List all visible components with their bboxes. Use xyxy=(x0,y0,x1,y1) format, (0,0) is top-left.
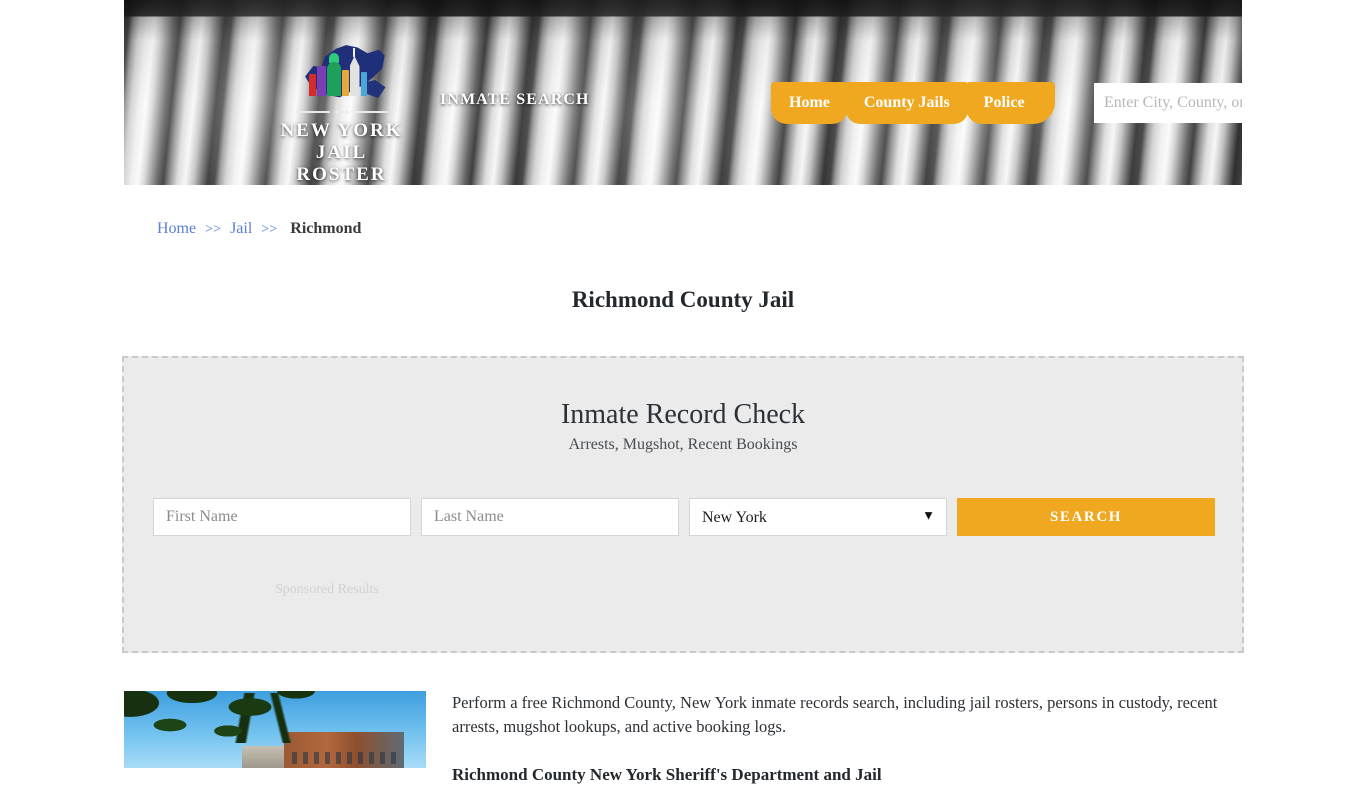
panel-subtitle: Arrests, Mugshot, Recent Bookings xyxy=(568,436,798,453)
breadcrumb-separator: >> xyxy=(261,222,278,237)
main-navigation: Home County Jails Police xyxy=(771,82,1055,124)
sponsored-results-label: Sponsored Results xyxy=(275,582,379,597)
page-title: Richmond County Jail xyxy=(571,287,795,313)
article-paragraph: Perform a free Richmond County, New York… xyxy=(452,693,1218,736)
site-logo[interactable]: NEW YORK JAIL ROSTER xyxy=(274,44,409,185)
new-york-state-outline-icon xyxy=(288,44,396,106)
first-name-input[interactable] xyxy=(153,498,411,536)
breadcrumb-separator: >> xyxy=(205,222,222,237)
logo-divider xyxy=(295,108,388,116)
site-header: NEW YORK JAIL ROSTER INMATE SEARCH Home … xyxy=(124,0,1242,185)
breadcrumb-item-current: Richmond xyxy=(290,220,362,237)
article-heading: Richmond County New York Sheriff's Depar… xyxy=(452,765,882,784)
header-search xyxy=(1094,83,1242,123)
header-search-input[interactable] xyxy=(1094,83,1242,123)
logo-line-1: NEW YORK xyxy=(280,120,403,141)
article-body: Perform a free Richmond County, New York… xyxy=(452,691,1232,785)
last-name-input[interactable] xyxy=(421,498,679,536)
state-select[interactable]: New York xyxy=(689,498,947,536)
search-button[interactable]: SEARCH xyxy=(957,498,1215,536)
nav-item-home[interactable]: Home xyxy=(771,82,848,124)
breadcrumb: Home >> Jail >> Richmond xyxy=(157,220,361,238)
panel-title: Inmate Record Check xyxy=(560,399,806,430)
nav-item-police[interactable]: Police xyxy=(965,82,1055,124)
breadcrumb-item-jail[interactable]: Jail xyxy=(230,220,252,237)
logo-line-2: JAIL ROSTER xyxy=(296,142,387,185)
jail-thumbnail-image xyxy=(124,691,426,768)
nav-item-county-jails[interactable]: County Jails xyxy=(845,82,968,124)
state-select-wrapper: New York ▼ xyxy=(689,498,947,536)
inmate-record-check-panel: Inmate Record Check Arrests, Mugshot, Re… xyxy=(122,356,1244,653)
breadcrumb-item-home[interactable]: Home xyxy=(157,220,196,237)
inmate-search-form: New York ▼ SEARCH xyxy=(153,498,1217,536)
site-tagline: INMATE SEARCH xyxy=(440,91,590,108)
